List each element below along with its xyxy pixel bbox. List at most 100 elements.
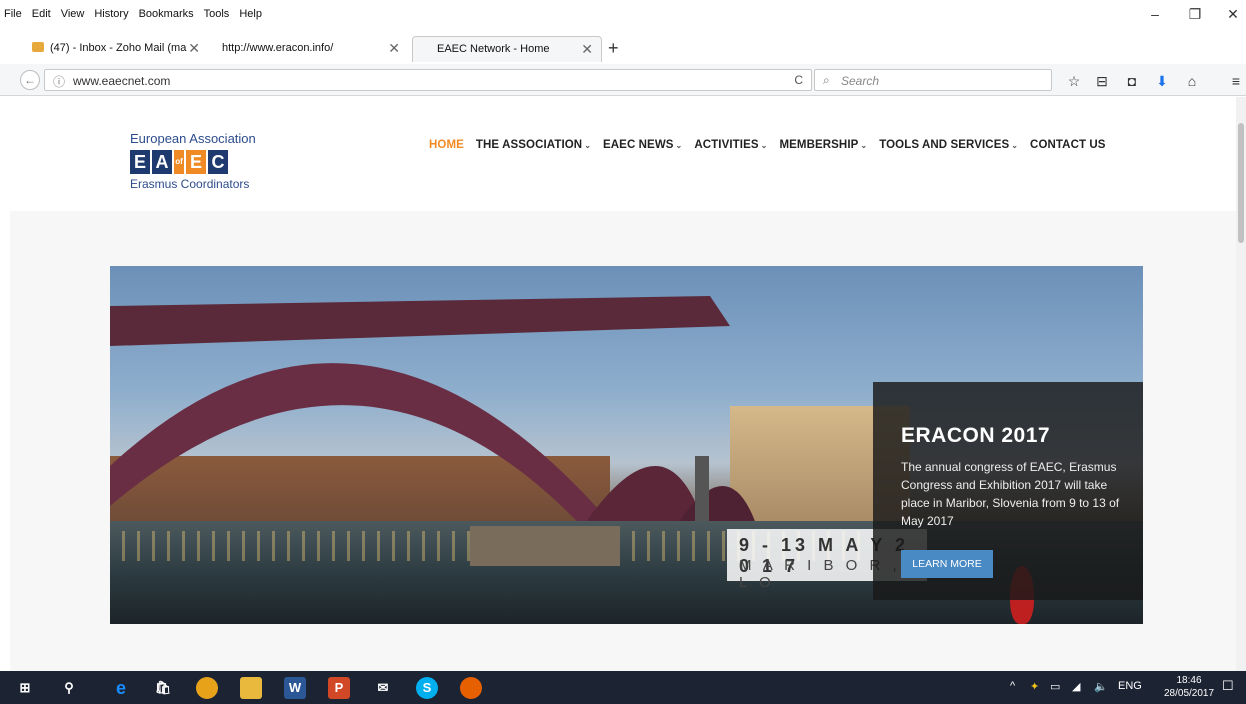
search-input[interactable]: ⌕ Search — [814, 69, 1052, 91]
close-tab-icon[interactable]: ✕ — [188, 40, 200, 57]
learn-more-button[interactable]: LEARN MORE — [901, 550, 993, 578]
restore-button[interactable]: ❐ — [1180, 6, 1210, 23]
close-tab-icon[interactable]: ✕ — [581, 41, 593, 58]
logo-letter: E — [130, 150, 150, 174]
nav-label: EAEC NEWS — [603, 139, 674, 151]
address-bar[interactable]: ⓘ www.eaecnet.com C — [44, 69, 812, 91]
navigation-toolbar: ← ⓘ www.eaecnet.com C ⌕ Search ☆ ⊟ ◘ ⬇ ⌂… — [0, 64, 1246, 96]
logo-letter: C — [208, 150, 228, 174]
pocket-icon[interactable]: ◘ — [1122, 73, 1142, 89]
event-info-box: ERACON 2017 The annual congress of EAEC,… — [873, 382, 1143, 600]
logo-letter: A — [152, 150, 172, 174]
logo-top-text: European Association — [130, 131, 256, 146]
logo-letters: E A of E C — [130, 150, 280, 174]
main-navigation: HOME THE ASSOCIATION ⌄ EAEC NEWS ⌄ ACTIVIT… — [429, 139, 1106, 151]
tab-eracon[interactable]: http://www.eracon.info/ ✕ — [212, 36, 408, 62]
menu-view[interactable]: View — [61, 8, 85, 20]
chevron-down-icon: ⌄ — [760, 141, 768, 150]
volume-icon[interactable]: 🔈 — [1094, 680, 1108, 693]
clock-date: 28/05/2017 — [1164, 688, 1215, 699]
gift-icon[interactable]: ✦ — [1030, 680, 1039, 693]
bookmark-star-icon[interactable]: ☆ — [1064, 73, 1084, 90]
store-icon[interactable]: 🛍 — [152, 677, 174, 699]
clock-time: 18:46 — [1176, 675, 1202, 686]
new-tab-button[interactable]: + — [608, 38, 619, 59]
menu-history[interactable]: History — [94, 8, 128, 20]
tab-eaec-home[interactable]: EAEC Network - Home ✕ — [412, 36, 602, 62]
powerpoint-icon[interactable]: P — [328, 677, 350, 699]
windows-start-icon[interactable]: ⊞ — [14, 677, 36, 699]
nav-label: MEMBERSHIP — [779, 139, 859, 151]
mail-icon[interactable]: ✉ — [372, 677, 394, 699]
home-icon[interactable]: ⌂ — [1182, 73, 1202, 89]
file-explorer-icon[interactable] — [240, 677, 262, 699]
close-tab-icon[interactable]: ✕ — [388, 40, 400, 57]
nav-label: ACTIVITIES — [694, 139, 759, 151]
event-title: ERACON 2017 — [901, 424, 1051, 447]
hamburger-menu-icon[interactable]: ≡ — [1226, 73, 1246, 89]
url-text[interactable]: www.eaecnet.com — [73, 74, 170, 88]
edge-browser-icon[interactable]: e — [110, 677, 132, 699]
language-indicator[interactable]: ENG — [1118, 680, 1142, 692]
wifi-icon[interactable]: ◢ — [1072, 680, 1080, 693]
hero-pier — [470, 526, 620, 566]
download-icon[interactable]: ⬇ — [1152, 73, 1172, 90]
event-description: The annual congress of EAEC, Erasmus Con… — [901, 460, 1120, 528]
scrollbar-thumb[interactable] — [1238, 123, 1244, 243]
chevron-down-icon: ⌄ — [675, 141, 683, 150]
chrome-icon[interactable] — [196, 677, 218, 699]
back-button[interactable]: ← — [20, 70, 40, 90]
windows-taskbar: ⊞ ⚲ e 🛍 W P ✉ S ^ ✦ ▭ ◢ 🔈 ENG 18:46 28/0… — [0, 671, 1246, 704]
nav-contact-us[interactable]: CONTACT US — [1030, 139, 1106, 151]
firefox-icon[interactable] — [460, 677, 482, 699]
tab-strip: (47) - Inbox - Zoho Mail (ma ✕ http://ww… — [0, 34, 1246, 62]
nav-label: THE ASSOCIATION — [475, 139, 583, 151]
tab-zoho-mail[interactable]: (47) - Inbox - Zoho Mail (ma ✕ — [22, 36, 208, 62]
chevron-down-icon: ⌄ — [860, 141, 868, 150]
tab-label: http://www.eracon.info/ — [222, 42, 334, 54]
nav-label: TOOLS AND SERVICES — [879, 139, 1010, 151]
logo-bottom-text: Erasmus Coordinators — [130, 177, 250, 191]
nav-the-association[interactable]: THE ASSOCIATION ⌄ — [476, 139, 591, 151]
nav-home[interactable]: HOME — [429, 139, 464, 151]
webpage: European Association E A of E C Erasmus … — [10, 97, 1236, 671]
chevron-down-icon: ⌄ — [1011, 141, 1019, 150]
logo-of-text: of — [174, 150, 184, 174]
page-scrollbar[interactable] — [1236, 97, 1246, 671]
eaec-logo[interactable]: European Association E A of E C Erasmus … — [130, 131, 280, 205]
search-placeholder: Search — [841, 74, 880, 88]
hero-slider[interactable]: 9 - 13 M A Y 2 0 1 7 M A R I B O R , S L… — [110, 266, 1143, 624]
system-clock[interactable]: 18:46 28/05/2017 — [1164, 674, 1214, 700]
nav-label: HOME — [429, 139, 464, 151]
logo-letter: E — [186, 150, 206, 174]
menu-help[interactable]: Help — [239, 8, 262, 20]
nav-label: CONTACT US — [1030, 139, 1106, 151]
menu-file[interactable]: File — [4, 8, 22, 20]
search-icon: ⌕ — [823, 73, 830, 87]
chevron-down-icon: ⌄ — [584, 141, 591, 150]
nav-tools-and-services[interactable]: TOOLS AND SERVICES ⌄ — [879, 139, 1018, 151]
reload-icon[interactable]: C — [794, 73, 803, 87]
nav-membership[interactable]: MEMBERSHIP ⌄ — [779, 139, 867, 151]
site-info-icon[interactable]: ⓘ — [53, 73, 65, 90]
word-icon[interactable]: W — [284, 677, 306, 699]
nav-activities[interactable]: ACTIVITIES ⌄ — [694, 139, 767, 151]
tab-label: (47) - Inbox - Zoho Mail (ma — [50, 42, 187, 54]
menu-bar: File Edit View History Bookmarks Tools H… — [0, 0, 1246, 30]
browser-window: File Edit View History Bookmarks Tools H… — [0, 0, 1246, 704]
minimize-button[interactable]: – — [1140, 6, 1170, 22]
menu-bookmarks[interactable]: Bookmarks — [139, 8, 194, 20]
menu-edit[interactable]: Edit — [32, 8, 51, 20]
tab-label: EAEC Network - Home — [437, 43, 550, 55]
nav-eaec-news[interactable]: EAEC NEWS ⌄ — [603, 139, 682, 151]
close-button[interactable]: ✕ — [1218, 6, 1246, 23]
menu-tools[interactable]: Tools — [204, 8, 230, 20]
site-header: European Association E A of E C Erasmus … — [10, 97, 1236, 211]
skype-icon[interactable]: S — [416, 677, 438, 699]
notification-center-icon[interactable]: ☐ — [1222, 678, 1234, 694]
battery-icon[interactable]: ▭ — [1050, 680, 1060, 693]
reading-list-icon[interactable]: ⊟ — [1092, 73, 1112, 90]
search-icon[interactable]: ⚲ — [58, 677, 80, 699]
tray-overflow-icon[interactable]: ^ — [1010, 680, 1015, 692]
mail-icon — [32, 42, 44, 52]
